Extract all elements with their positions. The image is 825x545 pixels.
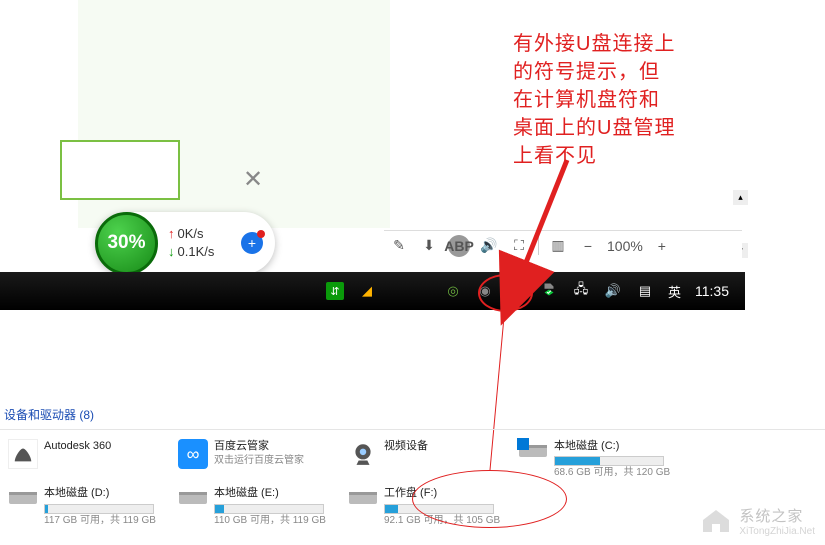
security-icon[interactable]: ◎ bbox=[444, 282, 462, 300]
device-label: 视频设备 bbox=[384, 439, 428, 454]
usb-tray-icon[interactable]: ⇵ bbox=[326, 282, 344, 300]
zoom-level: 100% bbox=[607, 238, 643, 254]
annotation-line: 有外接U盘连接上 bbox=[513, 30, 675, 58]
columns-icon[interactable]: ▥ bbox=[547, 235, 569, 257]
drive-usage-text: 68.6 GB 可用，共 120 GB bbox=[554, 466, 670, 480]
browser-toolbar: ✎ ⬇ ABP 🔊 ⛶ ▥ − 100% + bbox=[384, 230, 742, 258]
upload-speed: 0K/s bbox=[168, 225, 214, 243]
drive-label: 本地磁盘 (E:) bbox=[214, 486, 326, 501]
device-autodesk[interactable]: Autodesk 360 bbox=[0, 436, 170, 483]
windows-taskbar: ⇵ ◢ ◎ ◉ ☁ 🖧 🔊 ▤ 英 11:35 bbox=[0, 272, 745, 310]
sound-icon[interactable]: 🔊 bbox=[604, 282, 622, 300]
device-sublabel: 双击运行百度云管家 bbox=[214, 454, 304, 468]
annotation-text: 有外接U盘连接上 的符号提示，但 在计算机盘符和 桌面上的U盘管理 上看不见 bbox=[513, 30, 675, 170]
speed-readout: 0K/s 0.1K/s bbox=[168, 225, 214, 260]
drive-icon bbox=[178, 486, 208, 508]
edit-icon[interactable]: ✎ bbox=[388, 235, 410, 257]
separator bbox=[538, 237, 539, 255]
drive-icon bbox=[8, 486, 38, 508]
drive-label: 本地磁盘 (D:) bbox=[44, 486, 156, 501]
add-badge[interactable]: + bbox=[241, 232, 263, 254]
drive-usage-text: 117 GB 可用，共 119 GB bbox=[44, 514, 156, 528]
zoom-out-button[interactable]: − bbox=[577, 235, 599, 257]
download-speed: 0.1K/s bbox=[168, 243, 214, 261]
drive-usage-text: 110 GB 可用，共 119 GB bbox=[214, 514, 326, 528]
close-icon[interactable]: ✕ bbox=[243, 165, 263, 194]
devices-section-header[interactable]: 设备和驱动器 (8) bbox=[0, 400, 825, 430]
watermark-url: XiTongZhiJia.Net bbox=[739, 526, 815, 537]
annotation-circle-empty bbox=[412, 470, 567, 528]
drive-icon bbox=[348, 486, 378, 508]
usage-bar bbox=[554, 456, 664, 466]
device-label: 百度云管家 bbox=[214, 439, 304, 454]
abp-icon[interactable]: ABP bbox=[448, 235, 470, 257]
percent-circle: 30% bbox=[95, 212, 158, 275]
device-baidu[interactable]: ∞ 百度云管家双击运行百度云管家 bbox=[170, 436, 340, 483]
watermark: 系统之家 XiTongZhiJia.Net bbox=[699, 505, 815, 537]
volume-icon[interactable]: 🔊 bbox=[478, 235, 500, 257]
speed-widget[interactable]: 30% 0K/s 0.1K/s + bbox=[95, 212, 275, 274]
monitor-icon[interactable]: ◢ bbox=[358, 282, 376, 300]
clock[interactable]: 11:35 bbox=[695, 283, 729, 299]
watermark-logo-icon bbox=[699, 506, 733, 536]
drive-d[interactable]: 本地磁盘 (D:) 117 GB 可用，共 119 GB bbox=[0, 483, 170, 530]
drive-label: 本地磁盘 (C:) bbox=[554, 439, 670, 454]
usage-bar bbox=[214, 504, 324, 514]
action-center-icon[interactable]: ▤ bbox=[636, 282, 654, 300]
zoom-in-button[interactable]: + bbox=[651, 235, 673, 257]
scroll-up-icon[interactable]: ▴ bbox=[733, 190, 748, 205]
drive-icon bbox=[518, 439, 548, 461]
download-icon[interactable]: ⬇ bbox=[418, 235, 440, 257]
device-label: Autodesk 360 bbox=[44, 439, 111, 454]
annotation-line: 桌面上的U盘管理 bbox=[513, 114, 675, 142]
network-icon[interactable]: 🖧 bbox=[572, 282, 590, 300]
drive-e[interactable]: 本地磁盘 (E:) 110 GB 可用，共 119 GB bbox=[170, 483, 340, 530]
annotation-line: 的符号提示，但 bbox=[513, 58, 675, 86]
annotation-line: 上看不见 bbox=[513, 142, 675, 170]
watermark-text: 系统之家 bbox=[739, 508, 803, 525]
windows-badge-icon bbox=[517, 438, 529, 450]
usage-bar bbox=[44, 504, 154, 514]
autodesk-icon bbox=[8, 439, 38, 469]
annotation-line: 在计算机盘符和 bbox=[513, 86, 675, 114]
annotation-circle-taskbar bbox=[478, 274, 533, 312]
input-box[interactable] bbox=[60, 140, 180, 200]
fullscreen-icon[interactable]: ⛶ bbox=[508, 235, 530, 257]
webcam-icon bbox=[348, 439, 378, 469]
baidu-cloud-icon: ∞ bbox=[178, 439, 208, 469]
ime-indicator[interactable]: 英 bbox=[668, 282, 681, 301]
safely-remove-icon[interactable] bbox=[540, 282, 558, 300]
